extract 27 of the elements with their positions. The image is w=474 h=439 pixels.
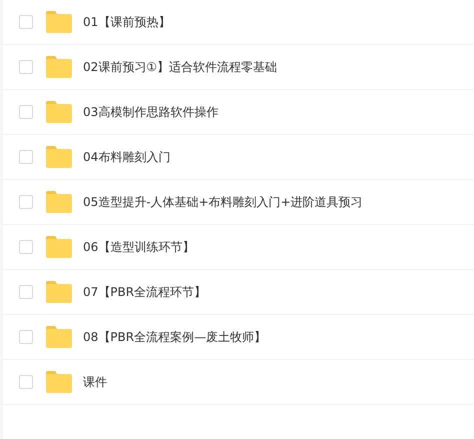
folder-name[interactable]: 06【造型训练环节】 [83, 238, 194, 256]
checkbox[interactable] [19, 375, 33, 389]
folder-icon [46, 371, 72, 393]
folder-icon [46, 11, 72, 33]
folder-icon [46, 236, 72, 258]
checkbox[interactable] [19, 60, 33, 74]
folder-name[interactable]: 02课前预习①】适合软件流程零基础 [83, 58, 278, 76]
checkbox[interactable] [19, 150, 33, 164]
checkbox[interactable] [19, 240, 33, 254]
folder-icon [46, 191, 72, 213]
folder-icon [46, 326, 72, 348]
checkbox[interactable] [19, 195, 33, 209]
folder-name[interactable]: 01【课前预热】 [83, 13, 170, 31]
folder-name[interactable]: 课件 [83, 373, 107, 391]
folder-icon [46, 56, 72, 78]
folder-name[interactable]: 08【PBR全流程案例—废土牧师】 [83, 328, 266, 346]
folder-icon [46, 281, 72, 303]
checkbox[interactable] [19, 330, 33, 344]
folder-name[interactable]: 07【PBR全流程环节】 [83, 283, 206, 301]
folder-icon [46, 146, 72, 168]
folder-name[interactable]: 04布料雕刻入门 [83, 148, 170, 166]
checkbox[interactable] [19, 285, 33, 299]
folder-name[interactable]: 05造型提升-人体基础+布料雕刻入门+进阶道具预习 [83, 193, 363, 211]
folder-icon [46, 101, 72, 123]
folder-name[interactable]: 03高模制作思路软件操作 [83, 103, 218, 121]
checkbox[interactable] [19, 15, 33, 29]
checkbox[interactable] [19, 105, 33, 119]
